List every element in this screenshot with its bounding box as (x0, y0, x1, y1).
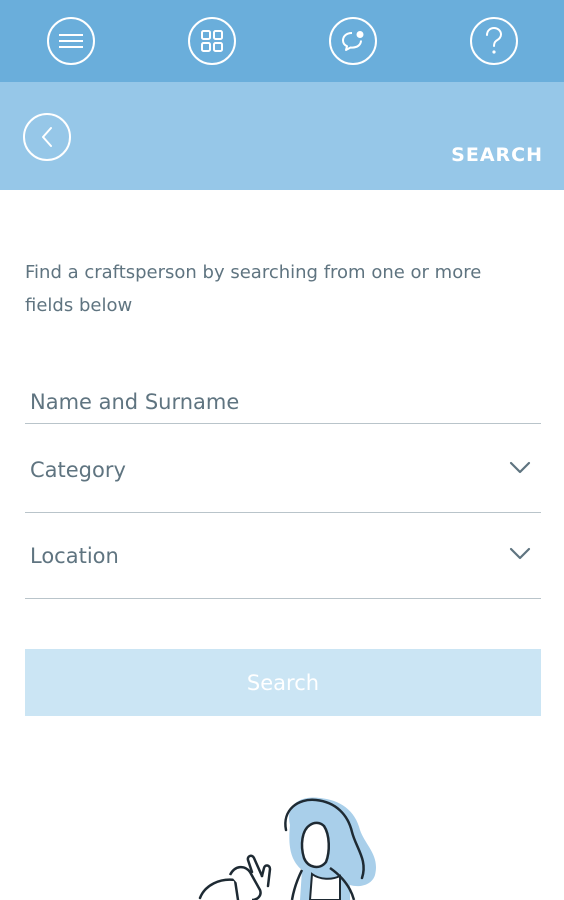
chevron-down-icon (509, 547, 531, 560)
top-nav-bar (0, 0, 564, 82)
page-header (0, 82, 564, 190)
menu-icon (59, 34, 83, 48)
chat-icon (342, 31, 364, 51)
craftsperson-illustration (198, 797, 377, 900)
category-label: Category (30, 458, 126, 482)
intro-text: Find a craftsperson by searching from on… (25, 262, 482, 316)
back-button[interactable] (23, 113, 71, 161)
menu-button[interactable] (47, 17, 95, 65)
chat-button[interactable] (329, 17, 377, 65)
name-field-container (25, 382, 541, 424)
name-surname-input[interactable] (25, 382, 541, 422)
help-icon (486, 26, 503, 54)
help-button[interactable] (470, 17, 518, 65)
chevron-down-icon (509, 461, 531, 474)
page-title: SEARCH (451, 144, 543, 166)
location-label: Location (30, 544, 119, 568)
search-button[interactable]: Search (25, 649, 541, 716)
grid-icon (201, 30, 223, 52)
category-select[interactable]: Category (25, 427, 541, 513)
chevron-left-icon (42, 127, 52, 147)
grid-button[interactable] (188, 17, 236, 65)
location-select[interactable]: Location (25, 513, 541, 599)
